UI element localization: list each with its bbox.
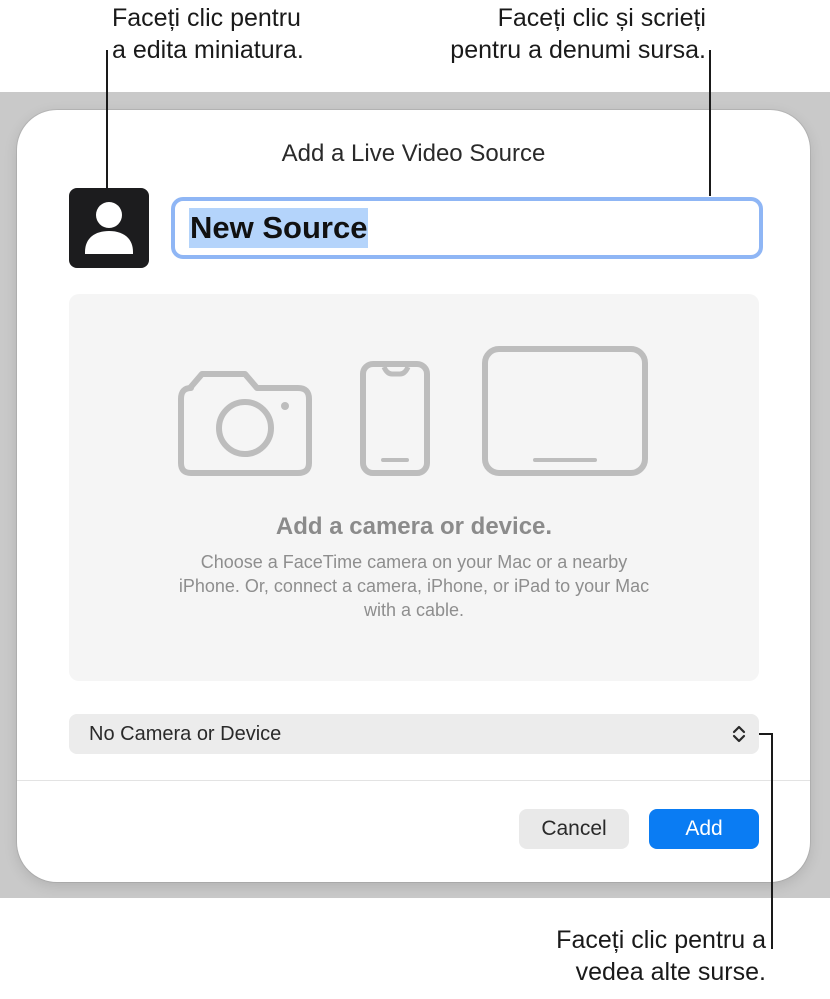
ipad-icon (482, 346, 648, 476)
device-illustrations (178, 346, 648, 476)
person-silhouette-icon (85, 202, 133, 254)
callout-sources: Faceți clic pentru a vedea alte surse. (486, 924, 766, 988)
add-button[interactable]: Add (649, 809, 759, 849)
drop-area-description-line-1: Choose a FaceTime camera on your Mac or … (200, 552, 628, 572)
callout-thumbnail-line-2: a edita miniatura. (112, 36, 304, 64)
footer-divider (17, 780, 810, 781)
add-live-video-source-dialog: Add a Live Video Source New Source Add a… (17, 110, 810, 882)
callout-sources-line-1: Faceți clic pentru a (556, 926, 766, 954)
callout-sources-line-2: vedea alte surse. (575, 958, 766, 986)
source-name-value[interactable]: New Source (189, 208, 369, 248)
drop-area-heading: Add a camera or device. (275, 513, 553, 540)
callout-name-line-1: Faceți clic și scrieți (497, 4, 706, 32)
source-select-popup[interactable]: No Camera or Device (69, 714, 759, 754)
source-select-value: No Camera or Device (89, 722, 282, 745)
source-thumbnail-button[interactable] (69, 188, 149, 268)
source-name-field[interactable]: New Source (171, 197, 763, 259)
up-down-chevron-icon (732, 725, 746, 743)
leader-line-sources-v (771, 733, 773, 949)
callout-thumbnail: Faceți clic pentru a edita miniatura. (112, 2, 304, 66)
camera-icon (178, 371, 312, 476)
iphone-icon (360, 361, 430, 476)
drop-area-description-line-2: iPhone. Or, connect a camera, iPhone, or… (178, 576, 650, 596)
dialog-title: Add a Live Video Source (281, 140, 546, 167)
leader-line-name (709, 50, 711, 196)
callout-name: Faceți clic și scrieți pentru a denumi s… (404, 2, 706, 66)
cancel-button[interactable]: Cancel (519, 809, 629, 849)
leader-line-thumbnail (106, 50, 108, 188)
drop-area-description: Choose a FaceTime camera on your Mac or … (129, 550, 699, 622)
callout-name-line-2: pentru a denumi sursa. (450, 36, 706, 64)
drop-area-description-line-3: with a cable. (363, 600, 465, 620)
callout-thumbnail-line-1: Faceți clic pentru (112, 4, 301, 32)
device-drop-area: Add a camera or device. Choose a FaceTim… (69, 294, 759, 681)
